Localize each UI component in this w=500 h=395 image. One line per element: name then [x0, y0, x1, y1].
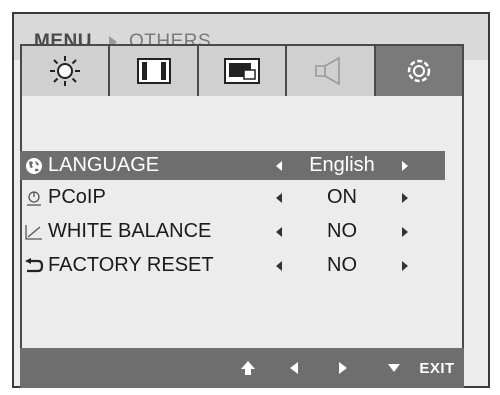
globe-icon — [26, 157, 42, 174]
tab-screen[interactable] — [198, 46, 288, 96]
row-label: LANGUAGE — [48, 154, 160, 176]
tab-picture[interactable] — [110, 46, 199, 96]
row-value: NO — [327, 220, 357, 242]
white-balance-icon — [25, 224, 42, 240]
right-arrow-icon[interactable] — [402, 192, 408, 203]
row-value: English — [309, 154, 375, 176]
reset-icon — [25, 257, 44, 272]
menu-row-white-balance[interactable]: WHITE BALANCE NO — [20, 217, 445, 246]
right-arrow-icon[interactable] — [402, 160, 408, 171]
tab-brightness[interactable] — [22, 46, 111, 96]
brightness-icon — [50, 56, 81, 86]
up-arrow-icon — [241, 361, 255, 375]
row-value: NO — [327, 254, 357, 276]
right-arrow-icon[interactable] — [402, 226, 408, 237]
settings-icon — [407, 59, 431, 83]
right-arrow-icon — [339, 362, 347, 374]
down-arrow-icon — [388, 364, 400, 372]
down-button[interactable] — [382, 348, 406, 388]
row-label: FACTORY RESET — [48, 254, 214, 276]
right-arrow-icon[interactable] — [402, 260, 408, 271]
row-label: PCoIP — [48, 186, 106, 208]
menu-row-language[interactable]: LANGUAGE English — [20, 151, 445, 180]
left-arrow-icon — [290, 362, 298, 374]
picture-icon — [136, 58, 171, 84]
menu-row-pcoip[interactable]: PCoIP ON — [20, 183, 445, 212]
row-label: WHITE BALANCE — [48, 220, 212, 242]
screen-position-icon — [224, 58, 261, 84]
tab-settings[interactable] — [375, 46, 463, 96]
exit-button[interactable]: EXIT — [412, 348, 462, 388]
menu-row-factory-reset[interactable]: FACTORY RESET NO — [20, 251, 445, 280]
footer-bar: EXIT — [20, 348, 464, 388]
right-button[interactable] — [331, 348, 355, 388]
tab-audio[interactable] — [287, 46, 376, 96]
speaker-icon — [315, 56, 341, 86]
row-value: ON — [327, 186, 357, 208]
tab-bar — [20, 44, 464, 96]
left-button[interactable] — [282, 348, 306, 388]
up-button[interactable] — [233, 348, 263, 388]
pcoip-icon — [27, 190, 41, 206]
